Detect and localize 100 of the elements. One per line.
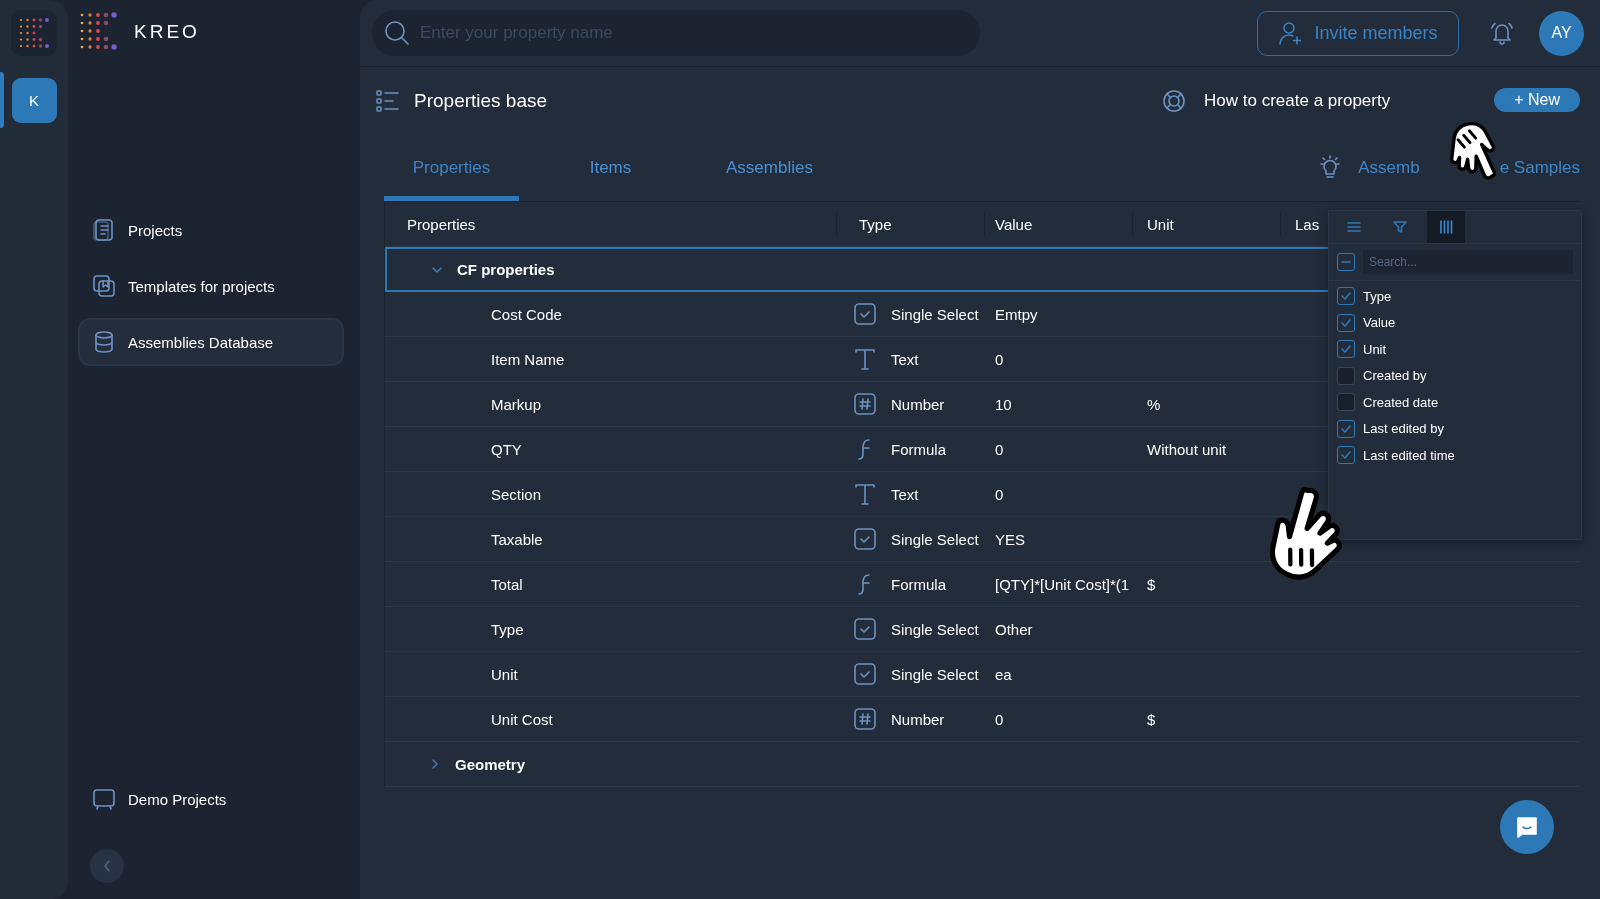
check-icon — [1340, 316, 1352, 329]
selection-indicator — [0, 72, 4, 128]
hash-icon — [853, 707, 877, 731]
collapse-button[interactable] — [90, 849, 124, 883]
chat-button[interactable] — [1500, 800, 1554, 854]
table-cell: 10 — [995, 395, 1012, 413]
table-cell: 0 — [995, 485, 1004, 503]
table-cell: ea — [995, 665, 1012, 683]
columns-icon — [1437, 218, 1455, 236]
help-link[interactable]: How to create a property — [1162, 89, 1391, 113]
table-cell: Single Select — [891, 530, 979, 548]
checkbox-icon — [853, 617, 877, 641]
expand-toggle[interactable] — [429, 758, 441, 770]
column-header[interactable]: Unit — [1133, 212, 1281, 236]
table-cell: YES — [995, 530, 1025, 548]
check-icon — [1340, 422, 1352, 435]
checkbox-label: Unit — [1363, 341, 1387, 357]
table-cell: Unit — [491, 665, 518, 683]
column-header[interactable]: Type — [837, 212, 985, 236]
search-icon — [384, 20, 410, 46]
table-cell: Type — [491, 620, 524, 638]
group-name: CF properties — [457, 261, 555, 278]
text-icon — [853, 482, 877, 506]
table-cell: Formula — [891, 575, 946, 593]
table-cell: 0 — [995, 710, 1004, 728]
hash-icon — [853, 392, 877, 416]
table-cell: Section — [491, 485, 542, 503]
table-cell: $ — [1147, 710, 1156, 728]
invite-button[interactable]: Invite members — [1257, 10, 1459, 56]
logo-icon — [78, 11, 120, 53]
monitor-icon — [92, 787, 116, 811]
table-cell: % — [1147, 395, 1161, 413]
panel-tab[interactable] — [1427, 211, 1465, 243]
table-cell: Text — [891, 350, 919, 368]
table-cell: Taxable — [491, 530, 543, 548]
check-icon — [1340, 343, 1352, 355]
chevron-right-icon — [429, 758, 441, 770]
table-cell: 0 — [995, 350, 1004, 368]
document-icon — [92, 218, 116, 242]
app-switcher-button[interactable] — [11, 10, 57, 56]
logo-icon — [17, 16, 51, 50]
workspace-button[interactable]: K — [11, 78, 57, 123]
table-cell: [QTY]*[Unit Cost]*(1 — [995, 575, 1130, 593]
chat-icon — [1514, 814, 1540, 840]
table-cell: Single Select — [891, 665, 979, 683]
checkbox-label: Value — [1363, 315, 1396, 330]
nav-item[interactable]: Assemblies Database — [78, 318, 344, 366]
table-cell: Number — [891, 710, 945, 728]
nav-item[interactable]: Demo Projects — [78, 775, 344, 823]
table-cell: Cost Code — [491, 305, 562, 323]
nav-item[interactable]: Templates for projects — [78, 262, 344, 310]
table-cell: Number — [891, 395, 945, 413]
table-cell: Single Select — [891, 305, 979, 323]
group-name: Geometry — [455, 755, 526, 773]
check-icon — [1340, 290, 1352, 302]
table-cell: Total — [491, 575, 523, 593]
checkbox[interactable] — [1337, 419, 1355, 438]
checkbox[interactable] — [1337, 366, 1355, 385]
checkbox[interactable] — [1337, 393, 1355, 411]
column-header[interactable]: Properties — [385, 212, 837, 236]
checkbox-icon — [853, 662, 877, 686]
new-button[interactable]: + New — [1494, 88, 1580, 112]
lightbulb-icon — [1318, 155, 1343, 181]
tab[interactable]: Items — [543, 135, 678, 201]
table-cell: QTY — [491, 440, 522, 458]
database-icon — [92, 330, 116, 354]
checkbox[interactable] — [1337, 287, 1355, 305]
checkbox-label: Type — [1363, 288, 1392, 304]
tab[interactable]: Assemblies — [702, 135, 837, 201]
user-avatar[interactable]: AY — [1539, 10, 1584, 56]
checkbox[interactable] — [1337, 446, 1355, 464]
samples-link[interactable]: Assemb e Samples — [1318, 135, 1580, 201]
table-cell: Other — [995, 620, 1033, 638]
page-title: Properties base — [414, 90, 548, 112]
table-cell: Single Select — [891, 620, 979, 638]
checkbox-icon — [853, 527, 877, 551]
search-field[interactable]: Search... — [1363, 250, 1573, 274]
table-cell: $ — [1147, 575, 1156, 593]
checkbox[interactable] — [1337, 340, 1355, 358]
table-cell: Markup — [491, 395, 542, 413]
checkbox-label: Created by — [1363, 368, 1427, 383]
bell-icon — [1489, 20, 1515, 46]
select-all-checkbox[interactable] — [1337, 253, 1355, 271]
table-cell: Without unit — [1147, 440, 1227, 458]
checkbox[interactable] — [1337, 313, 1355, 332]
notifications-button[interactable] — [1489, 20, 1515, 46]
table-cell: Text — [891, 485, 919, 503]
text-icon — [853, 347, 877, 371]
filter-icon — [1391, 218, 1409, 236]
table-cell: Item Name — [491, 350, 565, 368]
column-header[interactable]: Value — [985, 212, 1133, 236]
template-icon — [92, 274, 116, 298]
checkbox-icon — [853, 302, 877, 326]
checkbox-label: Created date — [1363, 394, 1439, 410]
list-icon — [376, 89, 400, 113]
table-cell: Unit Cost — [491, 710, 553, 728]
nav-item[interactable]: Projects — [78, 206, 344, 254]
brand-name: KREO — [134, 21, 200, 43]
tab[interactable]: Properties — [384, 135, 519, 201]
checkbox-label: Last edited time — [1363, 447, 1455, 463]
